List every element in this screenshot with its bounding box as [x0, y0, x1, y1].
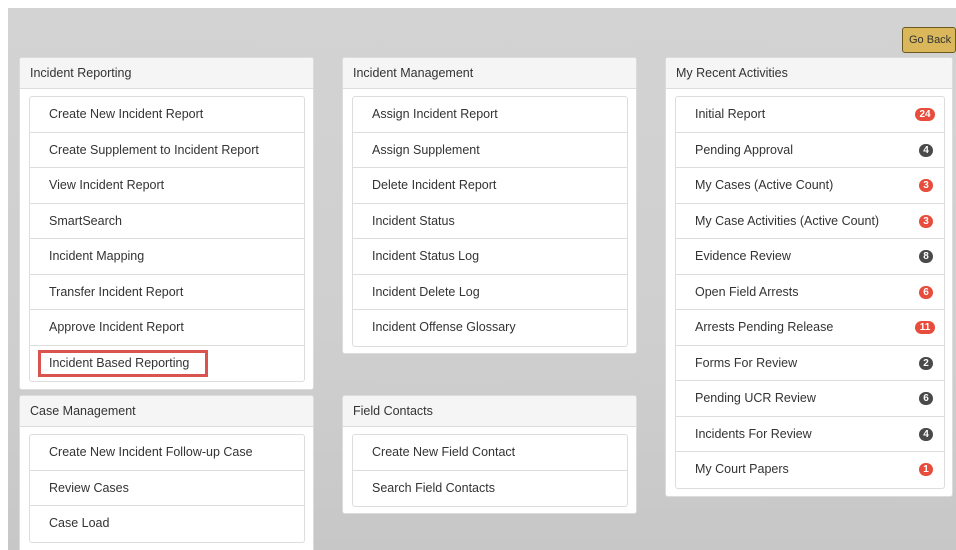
activity-open-field-arrests[interactable]: Open Field Arrests 6 [676, 275, 944, 310]
incident-delete-log-link[interactable]: Incident Delete Log [353, 275, 627, 310]
view-incident-report-link[interactable]: View Incident Report [30, 168, 304, 204]
activity-forms-for-review[interactable]: Forms For Review 2 [676, 346, 944, 381]
field-contacts-title: Field Contacts [343, 396, 636, 427]
count-badge: 11 [915, 321, 935, 334]
incident-status-log-link[interactable]: Incident Status Log [353, 239, 627, 275]
activity-label: My Cases (Active Count) [695, 178, 834, 192]
assign-incident-report-link[interactable]: Assign Incident Report [353, 97, 627, 133]
create-supplement-link[interactable]: Create Supplement to Incident Report [30, 133, 304, 168]
activity-incidents-for-review[interactable]: Incidents For Review 4 [676, 417, 944, 452]
count-badge: 4 [919, 427, 933, 441]
approve-incident-report-link[interactable]: Approve Incident Report [30, 310, 304, 346]
count-badge: 6 [919, 392, 933, 405]
case-management-list: Create New Incident Follow-up Case Revie… [29, 434, 305, 543]
activity-label: Initial Report [695, 107, 766, 121]
go-back-button[interactable]: Go Back [902, 27, 956, 53]
count-badge: 24 [915, 108, 935, 121]
create-new-incident-report-link[interactable]: Create New Incident Report [30, 97, 304, 133]
count-badge: 8 [919, 250, 933, 263]
create-new-field-contact-link[interactable]: Create New Field Contact [353, 435, 627, 471]
count-badge: 6 [919, 285, 933, 299]
activity-initial-report[interactable]: Initial Report 24 [676, 97, 944, 133]
activity-label: Pending Approval [695, 142, 793, 157]
activity-label: My Court Papers [695, 462, 789, 476]
smartsearch-link[interactable]: SmartSearch [30, 204, 304, 239]
activity-label: My Case Activities (Active Count) [695, 213, 880, 228]
activity-label: Open Field Arrests [695, 284, 799, 299]
recent-activities-panel: My Recent Activities Initial Report 24 P… [665, 57, 953, 497]
incident-reporting-title: Incident Reporting [20, 58, 313, 89]
recent-activities-title: My Recent Activities [666, 58, 952, 89]
incident-reporting-panel: Incident Reporting Create New Incident R… [19, 57, 314, 390]
incident-based-reporting-link[interactable]: Incident Based Reporting [30, 346, 304, 382]
incident-reporting-list: Create New Incident Report Create Supple… [29, 96, 305, 382]
incident-mapping-link[interactable]: Incident Mapping [30, 239, 304, 275]
incident-offense-glossary-link[interactable]: Incident Offense Glossary [353, 310, 627, 346]
incident-management-title: Incident Management [343, 58, 636, 89]
count-badge: 2 [919, 356, 933, 370]
incident-management-list: Assign Incident Report Assign Supplement… [352, 96, 628, 347]
review-cases-link[interactable]: Review Cases [30, 471, 304, 506]
field-contacts-list: Create New Field Contact Search Field Co… [352, 434, 628, 507]
count-badge: 3 [919, 179, 933, 192]
case-management-panel: Case Management Create New Incident Foll… [19, 395, 314, 550]
activity-my-cases[interactable]: My Cases (Active Count) 3 [676, 168, 944, 204]
activity-my-court-papers[interactable]: My Court Papers 1 [676, 452, 944, 488]
activity-label: Evidence Review [695, 249, 791, 263]
case-management-title: Case Management [20, 396, 313, 427]
case-load-link[interactable]: Case Load [30, 506, 304, 542]
activity-my-case-activities[interactable]: My Case Activities (Active Count) 3 [676, 204, 944, 239]
delete-incident-report-link[interactable]: Delete Incident Report [353, 168, 627, 204]
activity-label: Pending UCR Review [695, 391, 816, 405]
transfer-incident-report-link[interactable]: Transfer Incident Report [30, 275, 304, 310]
count-badge: 4 [919, 143, 933, 157]
count-badge: 3 [919, 214, 933, 228]
assign-supplement-link[interactable]: Assign Supplement [353, 133, 627, 168]
activity-pending-approval[interactable]: Pending Approval 4 [676, 133, 944, 168]
activity-label: Arrests Pending Release [695, 320, 834, 334]
activity-label: Incidents For Review [695, 426, 812, 441]
recent-activities-list: Initial Report 24 Pending Approval 4 My … [675, 96, 945, 489]
search-field-contacts-link[interactable]: Search Field Contacts [353, 471, 627, 507]
count-badge: 1 [919, 463, 933, 476]
incident-status-link[interactable]: Incident Status [353, 204, 627, 239]
activity-pending-ucr-review[interactable]: Pending UCR Review 6 [676, 381, 944, 417]
activity-arrests-pending-release[interactable]: Arrests Pending Release 11 [676, 310, 944, 346]
activity-evidence-review[interactable]: Evidence Review 8 [676, 239, 944, 275]
field-contacts-panel: Field Contacts Create New Field Contact … [342, 395, 637, 514]
create-follow-up-case-link[interactable]: Create New Incident Follow-up Case [30, 435, 304, 471]
activity-label: Forms For Review [695, 355, 798, 370]
incident-management-panel: Incident Management Assign Incident Repo… [342, 57, 637, 354]
